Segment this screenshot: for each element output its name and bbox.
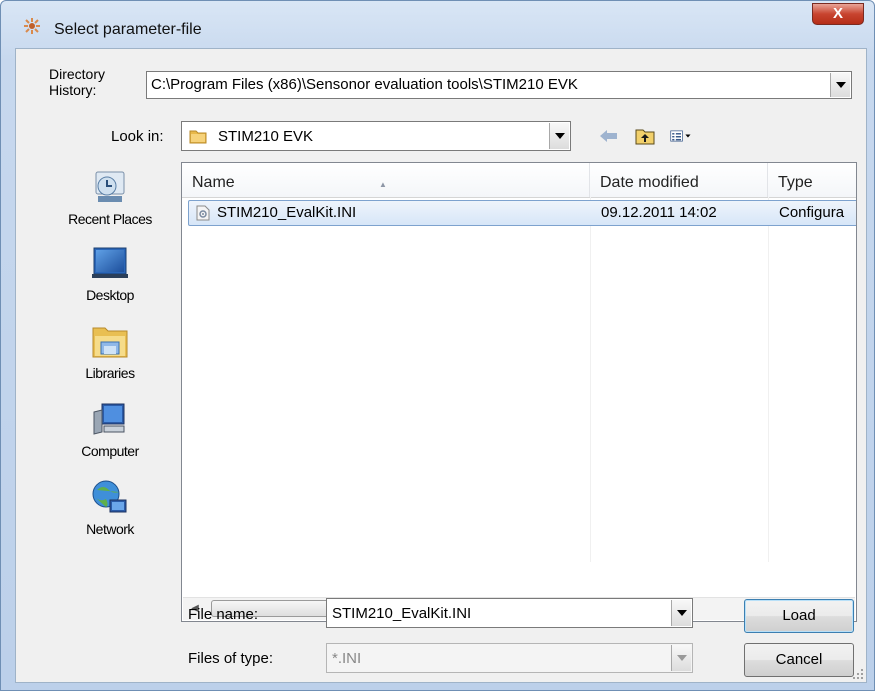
directory-history-label: Directory History: xyxy=(49,66,106,98)
dialog-window: Select parameter-file X Directory Histor… xyxy=(0,0,875,691)
files-of-type-value: *.INI xyxy=(332,650,362,667)
chevron-down-icon[interactable] xyxy=(549,123,569,149)
dialog-body: Directory History: C:\Program Files (x86… xyxy=(15,48,867,683)
network-icon xyxy=(92,480,127,513)
view-menu-icon[interactable] xyxy=(670,126,692,146)
chevron-down-icon[interactable] xyxy=(671,645,691,671)
window-title: Select parameter-file xyxy=(54,21,202,38)
directory-history-value: C:\Program Files (x86)\Sensonor evaluati… xyxy=(151,76,578,93)
column-header-name[interactable]: Name ▲ xyxy=(182,163,590,197)
files-of-type-label: Files of type: xyxy=(188,650,274,667)
files-of-type-combo[interactable]: *.INI xyxy=(326,643,693,673)
chevron-down-icon[interactable] xyxy=(671,600,691,626)
column-header-type[interactable]: Type xyxy=(768,163,856,197)
app-icon xyxy=(24,18,40,34)
file-row[interactable]: STIM210_EvalKit.INI 09.12.2011 14:02 Con… xyxy=(188,200,856,226)
column-header-date-modified[interactable]: Date modified xyxy=(590,163,768,197)
file-list[interactable]: Name ▲ Date modified Type STIM210_EvalKi… xyxy=(181,162,857,622)
column-divider xyxy=(590,197,591,562)
directory-history-combo[interactable]: C:\Program Files (x86)\Sensonor evaluati… xyxy=(146,71,852,99)
file-list-header: Name ▲ Date modified Type xyxy=(182,163,856,198)
cancel-button[interactable]: Cancel xyxy=(744,643,854,677)
place-desktop[interactable]: Desktop xyxy=(43,244,177,303)
file-name-label: File name: xyxy=(188,606,259,623)
place-libraries[interactable]: Libraries xyxy=(43,322,177,381)
back-arrow-icon[interactable] xyxy=(598,126,620,146)
places-bar: Recent Places Desktop Libraries Computer… xyxy=(43,164,177,614)
desktop-icon xyxy=(92,247,128,278)
file-type-cell: Configura xyxy=(779,204,845,221)
close-icon: X xyxy=(832,5,843,22)
ini-file-icon xyxy=(196,205,210,221)
look-in-combo[interactable]: STIM210 EVK xyxy=(181,121,571,151)
place-computer[interactable]: Computer xyxy=(43,400,177,459)
sort-ascending-icon: ▲ xyxy=(379,180,387,189)
chevron-down-icon[interactable] xyxy=(830,73,850,97)
look-in-label: Look in: xyxy=(111,128,164,145)
title-bar[interactable]: Select parameter-file X xyxy=(1,1,874,45)
file-name-cell: STIM210_EvalKit.INI xyxy=(217,204,357,221)
close-button[interactable]: X xyxy=(812,3,864,25)
place-network[interactable]: Network xyxy=(43,478,177,537)
look-in-value: STIM210 EVK xyxy=(218,128,314,145)
up-folder-icon[interactable] xyxy=(634,126,656,146)
recent-places-icon xyxy=(95,171,125,202)
resize-grip-icon[interactable] xyxy=(852,668,864,680)
file-name-combo[interactable]: STIM210_EvalKit.INI xyxy=(326,598,693,628)
column-divider xyxy=(768,197,769,562)
folder-icon xyxy=(189,130,207,144)
load-button[interactable]: Load xyxy=(744,599,854,633)
place-recent-places[interactable]: Recent Places xyxy=(43,164,177,227)
libraries-icon xyxy=(92,327,128,358)
navigation-toolbar xyxy=(598,124,692,148)
computer-icon xyxy=(93,403,125,435)
file-name-value: STIM210_EvalKit.INI xyxy=(332,605,472,622)
file-date-cell: 09.12.2011 14:02 xyxy=(601,204,717,221)
